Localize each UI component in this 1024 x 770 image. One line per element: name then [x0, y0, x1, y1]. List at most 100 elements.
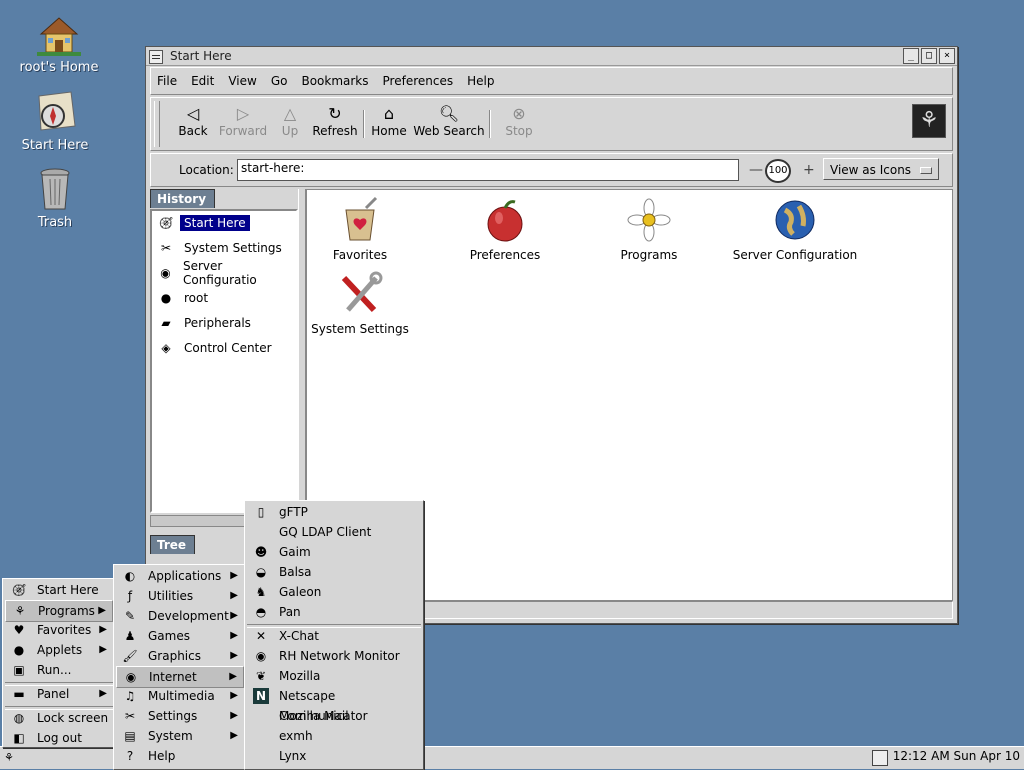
back-button[interactable]: ◁ Back: [171, 102, 215, 139]
forward-button[interactable]: ▷ Forward: [215, 102, 271, 139]
refresh-button[interactable]: ↻ Refresh: [311, 102, 359, 139]
history-item-server-configuration[interactable]: ◉ Server Configuratio: [156, 259, 294, 287]
location-input[interactable]: start-here:: [237, 159, 739, 181]
submenu-arrow-icon: ▶: [230, 630, 238, 641]
minimize-button[interactable]: _: [903, 48, 919, 64]
folder-icon: ●: [160, 291, 172, 305]
menu-item-applets[interactable]: ● Applets ▶: [5, 640, 113, 660]
menu-item-label: Multimedia: [148, 689, 215, 703]
icon-server-configuration[interactable]: Server Configuration: [730, 196, 860, 262]
menu-item-rh-network-monitor[interactable]: ◉ RH Network Monitor: [247, 646, 421, 666]
tab-tree[interactable]: Tree: [150, 535, 196, 554]
close-button[interactable]: ×: [939, 48, 955, 64]
home-icon: [35, 10, 83, 58]
menu-go[interactable]: Go: [271, 74, 288, 88]
icon-preferences[interactable]: Preferences: [440, 196, 570, 262]
desktop-icon-trash[interactable]: Trash: [0, 165, 110, 230]
menu-item-development[interactable]: ✎ Development ▶: [116, 606, 244, 626]
menu-item-gaim[interactable]: ☻ Gaim: [247, 542, 421, 562]
history-item-root[interactable]: ● root: [156, 288, 294, 308]
menu-item-system[interactable]: ▤ System ▶: [116, 726, 244, 746]
menu-item-favorites[interactable]: ♥ Favorites ▶: [5, 620, 113, 640]
menu-item-label: Favorites: [37, 623, 92, 637]
menu-item-gftp[interactable]: ▯ gFTP: [247, 502, 421, 522]
desktop-icon-home[interactable]: root's Home: [4, 10, 114, 75]
menu-edit[interactable]: Edit: [191, 74, 214, 88]
view-as-dropdown[interactable]: View as Icons: [823, 158, 939, 180]
menu-item-galeon[interactable]: ♞ Galeon: [247, 582, 421, 602]
clock[interactable]: 12:12 AM Sun Apr 10: [893, 749, 1020, 763]
menu-item-programs[interactable]: ⚘ Programs ▶: [5, 600, 113, 622]
gnome-foot-icon: ⚘: [912, 104, 946, 138]
window-menu-icon[interactable]: [149, 50, 163, 64]
menu-item-label: Applications: [148, 569, 222, 583]
applications-icon: ◐: [124, 569, 136, 583]
menu-item-graphics[interactable]: 🖌︎ Graphics ▶: [116, 646, 244, 666]
icon-system-settings[interactable]: System Settings: [295, 270, 425, 336]
zoom-in-icon[interactable]: +: [803, 162, 815, 178]
menu-bookmarks[interactable]: Bookmarks: [301, 74, 368, 88]
menu-item-lock-screen[interactable]: ◍ Lock screen: [5, 708, 113, 728]
menu-file[interactable]: File: [157, 74, 177, 88]
history-item-label: Control Center: [184, 341, 272, 355]
menu-preferences[interactable]: Preferences: [383, 74, 454, 88]
submenu-arrow-icon: ▶: [99, 624, 107, 635]
menu-item-games[interactable]: ♟ Games ▶: [116, 626, 244, 646]
icon-favorites[interactable]: Favorites: [295, 196, 425, 262]
workspace-pager-icon[interactable]: [872, 750, 888, 766]
menu-item-gq-ldap-client[interactable]: GQ LDAP Client: [247, 522, 421, 542]
mozilla-icon: ❦: [255, 669, 267, 683]
menu-item-settings[interactable]: ✂ Settings ▶: [116, 706, 244, 726]
tools-icon: ✂: [124, 709, 136, 723]
history-item-system-settings[interactable]: ✂ System Settings: [156, 238, 294, 258]
web-search-button[interactable]: 🔍︎ Web Search: [413, 102, 485, 139]
menu-item-help[interactable]: ? Help: [116, 746, 244, 766]
pan-icon: ◓: [255, 605, 267, 619]
menu-view[interactable]: View: [228, 74, 256, 88]
menu-item-log-out[interactable]: ◧ Log out: [5, 728, 113, 748]
history-item-peripherals[interactable]: ▰ Peripherals: [156, 313, 294, 333]
history-item-label: Peripherals: [184, 316, 251, 330]
stop-button[interactable]: ⊗ Stop: [501, 102, 537, 139]
menu-item-balsa[interactable]: ◒ Balsa: [247, 562, 421, 582]
menu-item-utilities[interactable]: ƒ Utilities ▶: [116, 586, 244, 606]
history-item-start-here[interactable]: 🧭︎ Start Here: [156, 213, 294, 233]
menu-item-x-chat[interactable]: ✕ X-Chat: [247, 626, 421, 646]
menu-item-mozilla[interactable]: ❦ Mozilla: [247, 666, 421, 686]
menu-item-netscape-communicator[interactable]: N Netscape Communicator: [247, 686, 421, 723]
maximize-button[interactable]: □: [921, 48, 937, 64]
history-item-control-center[interactable]: ◈ Control Center: [156, 338, 294, 358]
menu-item-label: System: [148, 729, 193, 743]
menu-item-lynx[interactable]: Lynx: [247, 746, 421, 766]
gnome-menu-foot-icon[interactable]: ⚘: [4, 751, 14, 764]
internet-menu: ▯ gFTP GQ LDAP Client ☻ Gaim ◒ Balsa ♞ Galeo…: [244, 500, 424, 770]
menu-item-panel[interactable]: ▬ Panel ▶: [5, 684, 113, 704]
icon-label: Preferences: [469, 248, 541, 262]
tab-history[interactable]: History: [150, 189, 216, 208]
up-button[interactable]: △ Up: [275, 102, 305, 139]
menu-item-exmh[interactable]: exmh: [247, 726, 421, 746]
menu-item-mozilla-mail[interactable]: Mozilla Mail: [247, 706, 421, 726]
menu-item-run[interactable]: ▣ Run...: [5, 660, 113, 680]
menu-item-multimedia[interactable]: ♫ Multimedia ▶: [116, 686, 244, 706]
toolbar-handle[interactable]: [154, 101, 160, 147]
menu-item-label: exmh: [279, 729, 313, 743]
stop-label: Stop: [505, 124, 533, 138]
menu-item-start-here[interactable]: 🧭︎ Start Here: [5, 580, 113, 600]
menu-item-applications[interactable]: ◐ Applications ▶: [116, 566, 244, 586]
window-titlebar[interactable]: Start Here _ □ ×: [146, 47, 957, 66]
menu-item-label: Pan: [279, 605, 301, 619]
gftp-icon: ▯: [257, 505, 265, 519]
menu-item-pan[interactable]: ◓ Pan: [247, 602, 421, 622]
menu-item-label: Log out: [37, 731, 82, 745]
zoom-out-icon[interactable]: —: [749, 162, 763, 178]
menu-item-label: Graphics: [148, 649, 201, 663]
favorites-icon: [336, 196, 384, 244]
zoom-level[interactable]: 100: [765, 159, 791, 183]
icon-programs[interactable]: Programs: [584, 196, 714, 262]
desktop-icon-start-here[interactable]: Start Here: [0, 88, 110, 153]
menu-item-internet[interactable]: ◉ Internet ▶: [116, 666, 244, 688]
menu-help[interactable]: Help: [467, 74, 494, 88]
compass-icon: 🧭︎: [11, 583, 27, 597]
home-button[interactable]: ⌂ Home: [371, 102, 407, 139]
